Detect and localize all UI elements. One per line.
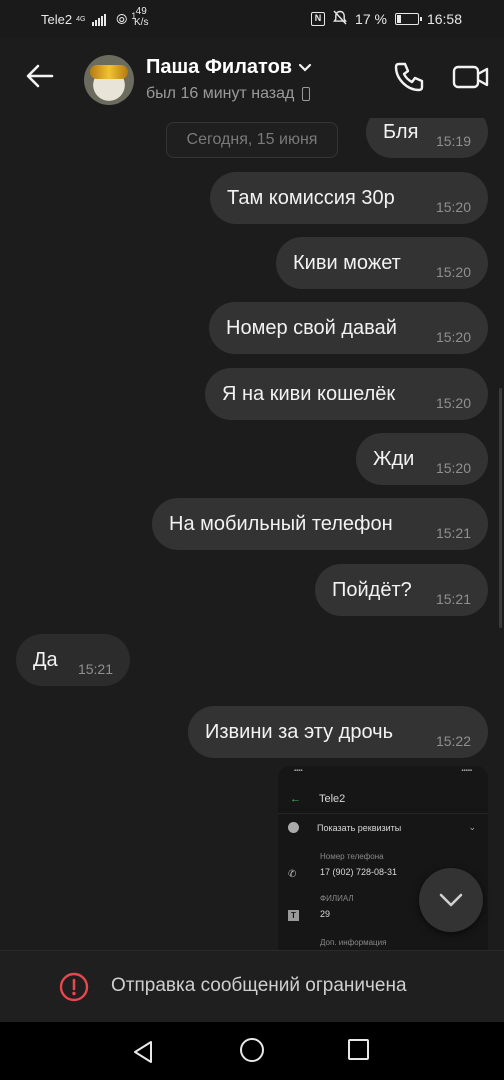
message-text: Жди [373,447,415,470]
scrollbar[interactable] [499,388,502,628]
image-show-details: Показать реквизиты [317,822,402,833]
avatar-visor [90,65,128,79]
message-time: 15:20 [435,329,471,345]
scroll-down-button[interactable] [419,868,483,932]
message-time: 15:21 [435,525,471,541]
image-app-header: ← Tele2 [278,784,488,814]
contact-name-text: Паша Филатов [146,56,293,78]
hotspot-icon: ⦾ [116,11,128,27]
message-bubble[interactable]: Бля 15:19 [366,118,488,158]
image-back-arrow-icon: ← [290,792,301,805]
status-bar: Tele2 4G ⦾ 1 49 K/s N 17 % 16:58 [0,0,504,38]
image-phone-icon: ✆ [288,869,297,880]
message-bubble[interactable]: Жди 15:20 [356,433,488,485]
message-bubble[interactable]: На мобильный телефон 15:21 [152,498,488,550]
speed-unit: K/s [134,17,149,28]
message-bubble-incoming[interactable]: Да 15:21 [16,634,130,686]
mute-bell-icon [333,10,347,28]
nav-home-icon[interactable] [240,1038,264,1062]
message-bubble[interactable]: Там комиссия 30р 15:20 [210,172,488,224]
image-text-icon: T [288,910,299,921]
message-bubble[interactable]: Я на киви кошелёк 15:20 [205,368,488,420]
message-time: 15:20 [435,395,471,411]
video-call-icon[interactable] [452,62,490,92]
message-text: Извини за эту дрочь [205,720,393,743]
message-time: 15:22 [435,733,471,749]
message-time: 15:20 [435,199,471,215]
last-seen-text: был 16 минут назад [146,85,295,102]
message-bubble[interactable]: Извини за эту дрочь 15:22 [188,706,488,758]
system-nav-bar [0,1022,504,1080]
mobile-device-icon [302,87,311,101]
image-info-icon [288,822,299,833]
message-text: На мобильный телефон [169,512,393,535]
message-time: 15:20 [435,264,471,280]
battery-icon [394,13,422,25]
image-phone-label: Номер телефона [320,852,384,861]
chat-header: Паша Филатов был 16 минут назад [0,38,504,118]
message-time: 15:21 [435,591,471,607]
voice-call-icon[interactable] [392,60,426,94]
message-text: Пойдёт? [332,578,412,601]
image-title: Tele2 [319,792,346,805]
message-time: 15:19 [435,133,471,149]
restriction-banner: Отправка сообщений ограничена [0,950,504,1022]
back-arrow-icon[interactable] [24,60,56,92]
image-details-row: Показать реквизиты ⌄ [278,822,488,833]
date-divider: Сегодня, 15 июня [166,122,338,158]
message-time: 15:21 [77,661,113,677]
clock: 16:58 [426,11,462,27]
message-text: Номер свой давай [226,316,397,339]
battery-percent: 17 % [355,11,387,27]
chevron-down-icon [439,893,463,907]
image-status-bar: ▪▪▪▪ ▪▪▪▪▪ [294,768,472,774]
message-bubble[interactable]: Пойдёт? 15:21 [315,564,488,616]
message-text: Бля [383,120,419,143]
signal-icon [92,13,107,26]
message-time: 15:20 [435,460,471,476]
nav-recents-icon[interactable] [348,1039,369,1060]
message-bubble[interactable]: Киви может 15:20 [276,237,488,289]
image-extra-label: Доп. информация [320,938,387,947]
nfc-icon: N [311,12,326,26]
speed-value: 49 [135,6,147,17]
chevron-down-icon [298,63,312,72]
restriction-text: Отправка сообщений ограничена [111,975,407,996]
network-type: 4G [76,16,86,23]
chat-area[interactable]: Бля 15:19 Сегодня, 15 июня Там комиссия … [0,118,504,950]
contact-name[interactable]: Паша Филатов [146,56,312,79]
image-chevron-icon: ⌄ [468,822,476,832]
status-right: N 17 % 16:58 [311,10,462,28]
message-bubble[interactable]: Номер свой давай 15:20 [209,302,488,354]
warning-icon [59,972,89,1002]
message-text: Да [33,648,58,671]
nav-back-icon[interactable] [132,1040,154,1069]
message-text: Киви может [293,251,401,274]
carrier-label: Tele2 [41,12,73,27]
network-speed: 49 K/s [134,6,148,28]
message-text: Там комиссия 30р [227,186,395,209]
status-left: Tele2 4G ⦾ 1 [41,11,136,28]
message-text: Я на киви кошелёк [222,382,396,405]
avatar[interactable] [84,55,134,105]
last-seen: был 16 минут назад [146,85,311,103]
